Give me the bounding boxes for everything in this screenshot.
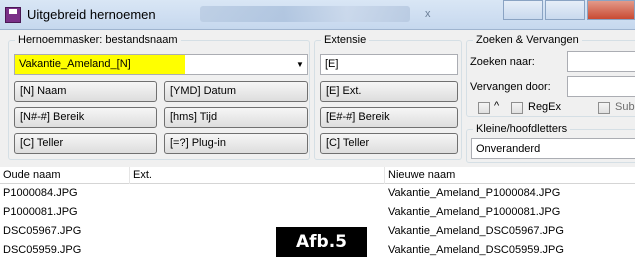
subst-checkbox[interactable] [598, 102, 610, 114]
new-name-cell: Vakantie_Ameland_P1000084.JPG [388, 187, 561, 199]
title-bar: Uitgebreid hernoemen x [0, 0, 635, 30]
column-new-name[interactable]: Nieuwe naam [385, 167, 635, 184]
search-label: Zoeken naar: [470, 56, 535, 68]
name-mask-combo[interactable]: Vakantie_Ameland_[N] ▼ [14, 54, 308, 75]
caret-label: ^ [494, 100, 500, 112]
mask-name-button[interactable]: [N] Naam [14, 81, 157, 102]
new-name-cell: Vakantie_Ameland_P1000081.JPG [388, 206, 561, 218]
old-name-cell: DSC05967.JPG [3, 225, 82, 237]
mask-counter-button[interactable]: [C] Teller [14, 133, 157, 154]
regex-label: RegEx [528, 101, 562, 113]
search-replace-legend: Zoeken & Vervangen [473, 34, 582, 46]
name-mask-legend: Hernoemmasker: bestandsnaam [15, 34, 181, 46]
mask-time-button[interactable]: [hms] Tijd [164, 107, 308, 128]
table-row[interactable]: P1000084.JPG Vakantie_Ameland_P1000084.J… [0, 185, 635, 201]
app-icon [5, 6, 21, 23]
regex-checkbox[interactable] [511, 102, 523, 114]
ext-counter-button[interactable]: [C] Teller [320, 133, 458, 154]
search-input[interactable] [567, 51, 635, 72]
window-controls [465, 0, 635, 24]
minimize-button[interactable] [503, 0, 543, 20]
old-name-cell: DSC05959.JPG [3, 244, 82, 256]
maximize-button[interactable] [545, 0, 585, 20]
case-value: Onveranderd [476, 142, 541, 155]
ext-range-button[interactable]: [E#-#] Bereik [320, 107, 458, 128]
extension-input[interactable]: [E] [320, 54, 458, 75]
table-row[interactable]: P1000081.JPG Vakantie_Ameland_P1000081.J… [0, 204, 635, 220]
mask-date-button[interactable]: [YMD] Datum [164, 81, 308, 102]
column-old-name[interactable]: Oude naam [0, 167, 130, 184]
replace-label: Vervangen door: [470, 81, 551, 93]
mask-range-button[interactable]: [N#-#] Bereik [14, 107, 157, 128]
ext-button[interactable]: [E] Ext. [320, 81, 458, 102]
extension-legend: Extensie [321, 34, 370, 46]
rename-dialog: Hernoemmasker: bestandsnaam Vakantie_Ame… [0, 30, 635, 167]
mask-plugin-button[interactable]: [=?] Plug-in [164, 133, 308, 154]
close-button[interactable] [587, 0, 635, 20]
subst-label: Sub [615, 101, 635, 113]
case-combo[interactable]: Onveranderd [471, 138, 635, 159]
column-ext[interactable]: Ext. [130, 167, 385, 184]
old-name-cell: P1000084.JPG [3, 187, 78, 199]
new-name-cell: Vakantie_Ameland_DSC05967.JPG [388, 225, 564, 237]
chevron-down-icon[interactable]: ▼ [293, 60, 307, 69]
figure-label-badge: Afb.5 [276, 227, 367, 257]
replace-input[interactable] [567, 76, 635, 97]
new-name-cell: Vakantie_Ameland_DSC05959.JPG [388, 244, 564, 256]
case-legend: Kleine/hoofdletters [473, 123, 571, 135]
blurred-title-mark: x [425, 8, 431, 20]
list-header: Oude naam Ext. Nieuwe naam [0, 167, 635, 184]
name-mask-value: Vakantie_Ameland_[N] [15, 55, 185, 74]
window-title: Uitgebreid hernoemen [27, 7, 156, 22]
caret-checkbox[interactable] [478, 102, 490, 114]
old-name-cell: P1000081.JPG [3, 206, 78, 218]
blurred-title-area [200, 6, 410, 22]
